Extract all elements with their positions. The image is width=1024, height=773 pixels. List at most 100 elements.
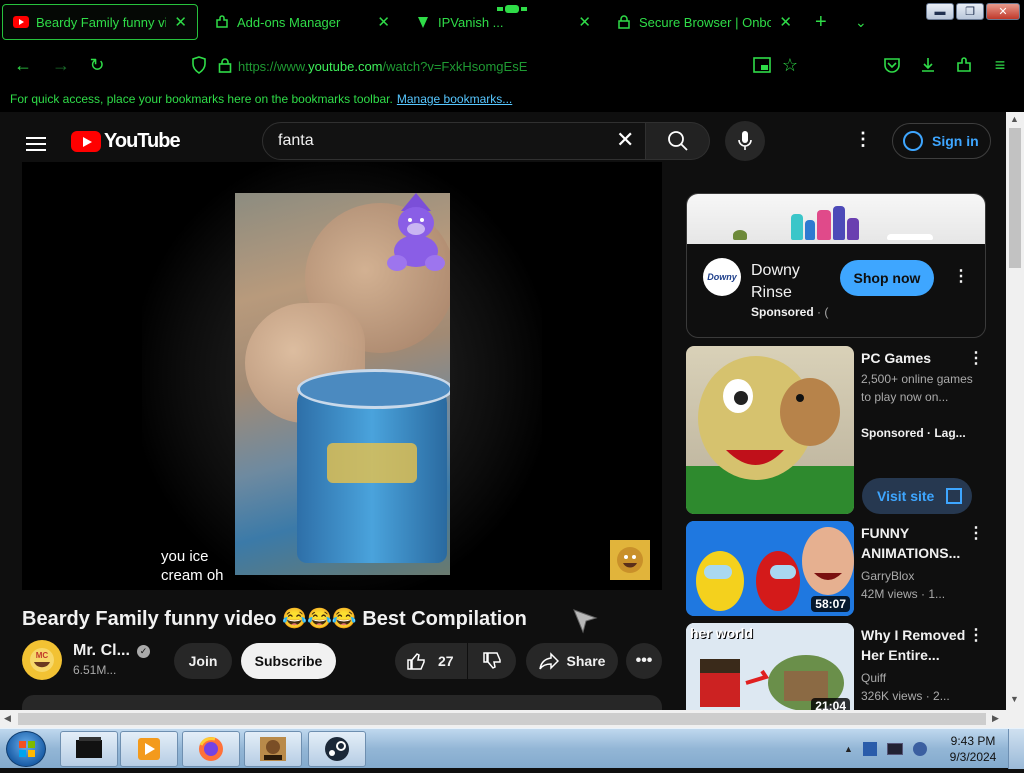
join-button[interactable]: Join <box>174 643 232 679</box>
start-button[interactable] <box>6 731 46 767</box>
microphone-icon <box>738 131 752 150</box>
horizontal-scrollbar[interactable]: ◀ ▶ <box>0 710 1024 728</box>
voice-search-button[interactable] <box>725 121 765 161</box>
windows-logo-icon <box>19 741 35 757</box>
taskbar-clock[interactable]: 9:43 PM 9/3/2024 <box>946 733 1000 765</box>
channel-watermark[interactable] <box>610 540 650 580</box>
taskbar-app-media-player[interactable] <box>120 731 178 767</box>
svg-text:MC: MC <box>36 651 49 660</box>
channel-name[interactable]: Mr. Cl... <box>73 642 130 660</box>
video-thumbnail: 58:07 <box>686 521 854 616</box>
star-icon[interactable]: ☆ <box>779 54 801 76</box>
forward-icon[interactable]: → <box>50 54 72 76</box>
rec-options-icon[interactable]: ⋮ <box>968 348 984 368</box>
restore-button[interactable]: ❐ <box>956 3 984 20</box>
tab-title: Beardy Family funny video <box>36 14 166 30</box>
taskbar-app-terminal[interactable] <box>60 731 118 767</box>
clear-search-icon[interactable]: ✕ <box>616 129 634 151</box>
new-tab-icon[interactable]: + <box>815 10 827 34</box>
close-tab-icon[interactable]: ✕ <box>377 13 390 31</box>
browser-nav-bar: ← → ↻ https://www. youtube.com/watch?v=Fx… <box>0 44 1024 86</box>
taskbar-app-steam[interactable] <box>308 731 366 767</box>
close-tab-icon[interactable]: ✕ <box>578 13 591 31</box>
video-frame <box>235 193 450 575</box>
ice-cream-tub <box>297 369 450 563</box>
rec-title: PC Games <box>861 350 932 366</box>
url-bar[interactable]: https://www. youtube.com/watch?v=FxkHsomg… <box>238 56 738 76</box>
lock-icon[interactable] <box>214 54 236 76</box>
rec-title: FUNNY ANIMATIONS... <box>861 525 961 561</box>
close-window-button[interactable]: ✕ <box>986 3 1020 20</box>
video-thumbnail: her world 21:04 <box>686 623 854 710</box>
taskbar-app-gamebox[interactable] <box>244 731 302 767</box>
puzzle-icon <box>214 14 230 30</box>
rec-options-icon[interactable]: ⋮ <box>968 523 984 543</box>
visit-site-button[interactable]: Visit site <box>862 478 972 514</box>
description-box[interactable] <box>22 695 662 710</box>
share-button[interactable]: Share <box>526 643 618 679</box>
sponsored-ad-card[interactable]: Downy Downy Rinse Sponsored · ( Shop now… <box>686 193 986 338</box>
chevron-down-icon[interactable]: ⌄ <box>855 10 867 34</box>
manage-bookmarks-link[interactable]: Manage bookmarks... <box>397 92 512 106</box>
channel-avatar[interactable]: MC <box>22 640 62 680</box>
video-title: Beardy Family funny video 😂😂😂 Best Compi… <box>22 608 527 630</box>
picture-in-picture-icon[interactable] <box>751 54 773 76</box>
tab-title: Add-ons Manager <box>237 14 341 30</box>
subscribe-button[interactable]: Subscribe <box>241 643 336 679</box>
scroll-down-icon[interactable]: ▼ <box>1010 694 1019 704</box>
network-tray-icon[interactable] <box>862 742 877 756</box>
back-icon[interactable]: ← <box>12 54 34 76</box>
youtube-logo[interactable]: YouTube <box>71 130 181 153</box>
more-actions-icon[interactable]: ••• <box>626 643 662 679</box>
tab-secure-browser[interactable]: Secure Browser | Onboardi ✕ <box>606 4 802 40</box>
scrollbar-thumb[interactable] <box>1009 128 1021 268</box>
search-button[interactable] <box>646 122 710 160</box>
scrollbar-thumb[interactable] <box>18 713 986 725</box>
clock-date: 9/3/2024 <box>949 750 997 764</box>
guide-menu-icon[interactable] <box>26 133 46 155</box>
video-player[interactable]: you ice cream oh <box>22 162 662 590</box>
vertical-scrollbar[interactable]: ▲ ▼ <box>1006 112 1024 710</box>
close-tab-icon[interactable]: ✕ <box>174 13 187 31</box>
video-duration: 21:04 <box>811 698 850 710</box>
youtube-page: YouTube fanta ✕ ⋮ Sign in you ice cream … <box>0 112 1006 710</box>
show-hidden-icons-icon[interactable]: ▲ <box>844 744 853 754</box>
reload-icon[interactable]: ↻ <box>86 54 108 76</box>
bookmarks-toolbar: For quick access, place your bookmarks h… <box>0 86 1024 112</box>
like-button[interactable]: 27 <box>395 643 467 679</box>
settings-more-icon[interactable]: ⋮ <box>854 129 872 150</box>
scroll-right-icon[interactable]: ▶ <box>992 713 999 724</box>
system-tray: ▲ <box>844 737 944 761</box>
recommendation-item[interactable]: 58:07 FUNNY ANIMATIONS... GarryBlox 42M … <box>686 521 986 616</box>
like-count: 27 <box>438 653 454 669</box>
sign-in-button[interactable]: Sign in <box>892 123 991 159</box>
scroll-left-icon[interactable]: ◀ <box>4 713 11 724</box>
taskbar-app-firefox[interactable] <box>182 731 240 767</box>
minimize-button[interactable]: ▬ <box>926 3 954 20</box>
close-tab-icon[interactable]: ✕ <box>779 13 792 31</box>
volume-tray-icon[interactable] <box>912 742 927 756</box>
rec-views: 42M views · 1... <box>861 587 946 601</box>
scroll-up-icon[interactable]: ▲ <box>1010 114 1019 124</box>
tab-youtube[interactable]: Beardy Family funny video ✕ <box>2 4 198 40</box>
ad-options-icon[interactable]: ⋮ <box>953 266 969 286</box>
url-host: youtube.com <box>308 58 383 74</box>
shop-now-button[interactable]: Shop now <box>840 260 934 296</box>
display-tray-icon[interactable] <box>886 743 903 755</box>
thumbs-up-icon <box>407 653 425 670</box>
extensions-icon[interactable] <box>953 54 975 76</box>
search-input[interactable]: fanta <box>262 122 646 160</box>
tab-addons[interactable]: Add-ons Manager ✕ <box>204 4 400 40</box>
windows-taskbar: ▲ 9:43 PM 9/3/2024 <box>0 728 1024 769</box>
dislike-button[interactable] <box>468 643 516 679</box>
youtube-play-icon <box>71 131 101 152</box>
hamburger-menu-icon[interactable]: ≡ <box>989 54 1011 76</box>
sign-in-label: Sign in <box>932 133 979 149</box>
shield-icon[interactable] <box>188 54 210 76</box>
show-desktop-button[interactable] <box>1008 729 1024 769</box>
tab-title: Secure Browser | Onboardi <box>639 14 772 30</box>
pocket-icon[interactable] <box>881 54 903 76</box>
recommendation-item[interactable]: her world 21:04 Why I Removed Her Entire… <box>686 623 986 710</box>
rec-options-icon[interactable]: ⋮ <box>968 625 984 645</box>
download-icon[interactable] <box>917 54 939 76</box>
